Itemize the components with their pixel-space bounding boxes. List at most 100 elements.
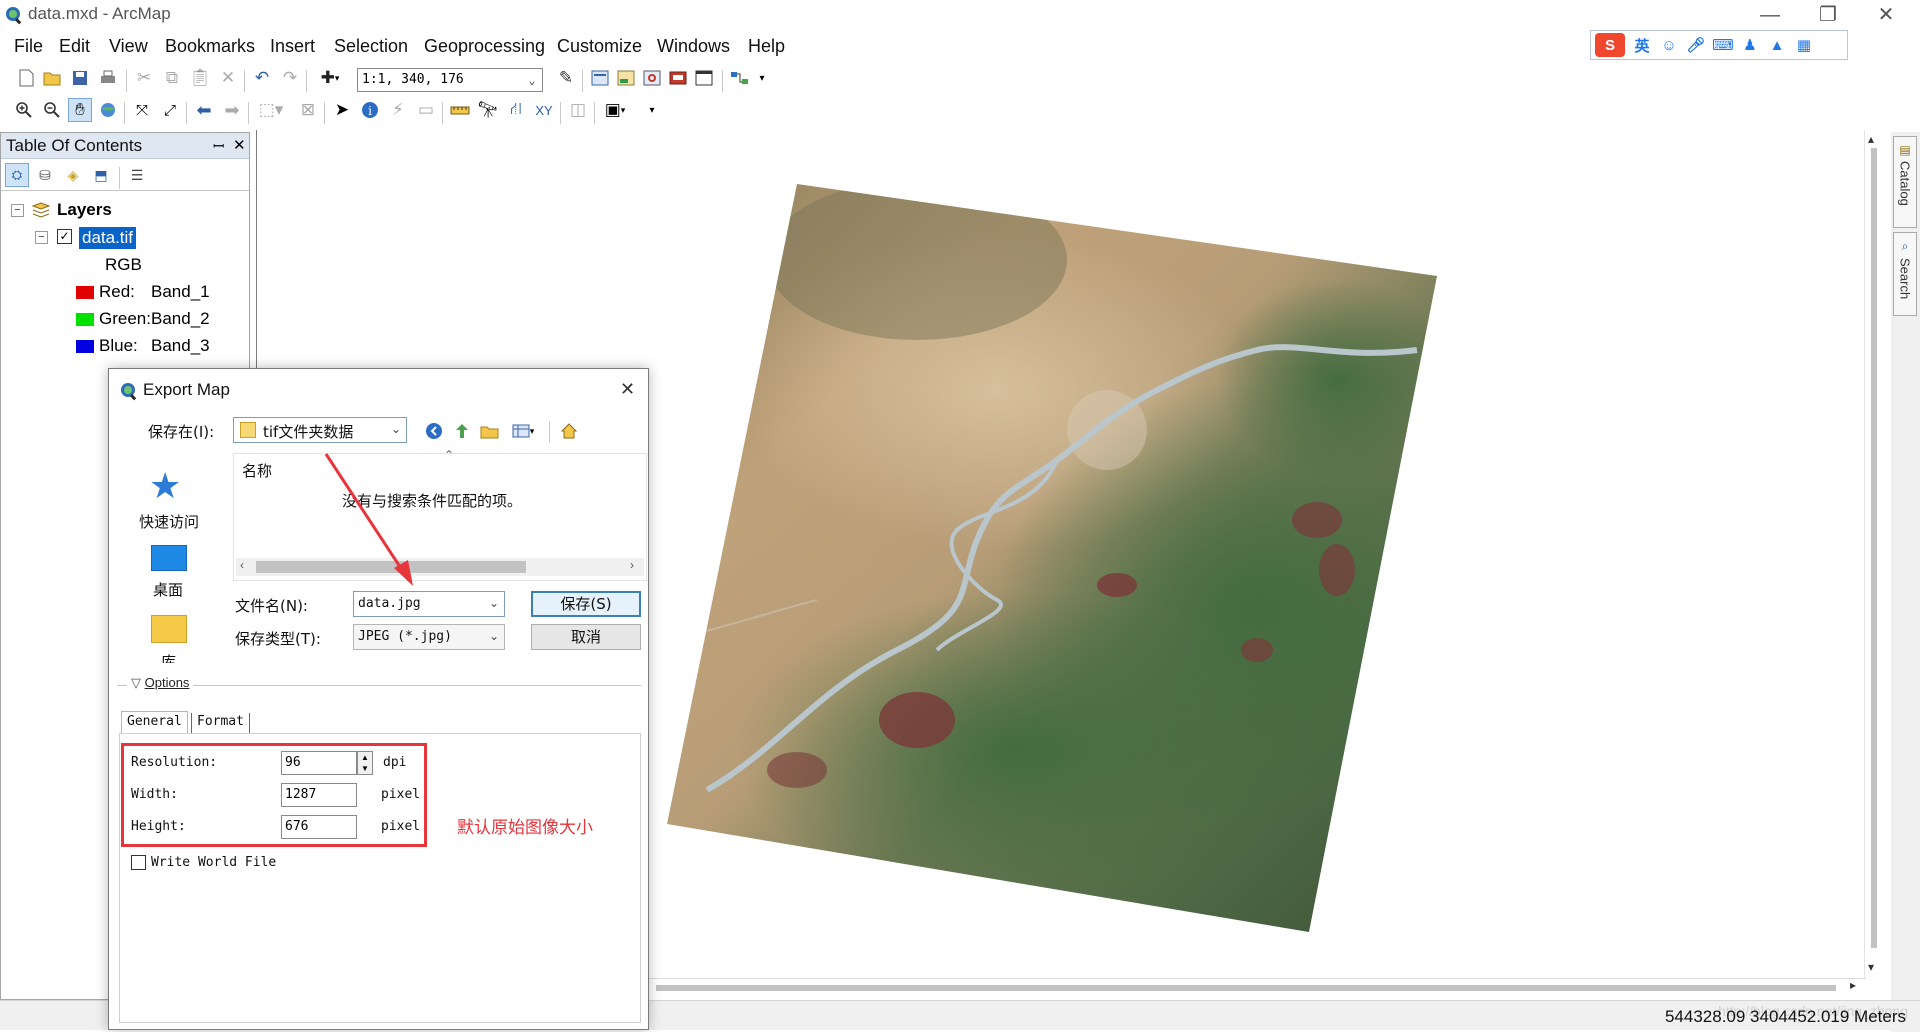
table-of-contents-window-icon[interactable] [588, 66, 612, 90]
tab-general[interactable]: General [121, 711, 188, 733]
editor-toolbar-icon[interactable]: ✎ [554, 66, 578, 90]
go-back-icon[interactable] [422, 419, 446, 443]
layer-visibility-checkbox[interactable]: ✓ [57, 229, 72, 244]
new-folder-icon[interactable] [478, 419, 502, 443]
dialog-close-button[interactable]: ✕ [620, 379, 635, 400]
chevron-down-icon[interactable]: ⌄ [486, 629, 502, 645]
save-in-combo[interactable]: tif文件夹数据 ⌄ [233, 417, 407, 443]
list-horizontal-scrollbar[interactable]: ‹ › [236, 558, 644, 576]
add-data-icon[interactable]: ✚ ▾ [312, 66, 348, 90]
list-by-visibility-icon[interactable]: ◈ [61, 163, 85, 187]
modelbuilder-icon[interactable] [728, 66, 752, 90]
tab-format[interactable]: Format [191, 713, 250, 733]
create-viewer-window-icon[interactable]: ▣ ▾ [600, 98, 630, 122]
list-column-name[interactable]: 名称 [242, 460, 272, 481]
full-extent-icon[interactable] [96, 98, 120, 122]
width-input[interactable]: 1287 [281, 783, 357, 807]
place-quick-access[interactable]: 快速访问 [139, 511, 199, 532]
toc-close-button[interactable]: ✕ [233, 136, 246, 154]
chevron-down-icon[interactable]: ⌄ [486, 596, 502, 612]
scroll-down-icon[interactable]: ▾ [1868, 960, 1874, 974]
user-icon[interactable]: ♟ [1740, 35, 1760, 55]
list-by-source-icon[interactable]: ⛁ [33, 163, 57, 187]
cut-icon[interactable]: ✂ [132, 66, 156, 90]
map-scale-combo[interactable]: 1:1, 340, 176 ⌄ [357, 68, 543, 92]
write-world-file-label[interactable]: Write World File [151, 855, 276, 870]
scroll-right-icon[interactable]: ▸ [1850, 978, 1856, 992]
up-folder-icon[interactable] [450, 419, 474, 443]
chevron-down-icon[interactable]: ⌄ [522, 69, 542, 91]
place-desktop[interactable]: 桌面 [153, 579, 183, 600]
menu-geoprocessing[interactable]: Geoprocessing [424, 36, 545, 57]
resolution-input[interactable]: 96 [281, 751, 357, 775]
zoom-out-icon[interactable] [40, 98, 64, 122]
write-world-file-checkbox[interactable] [131, 855, 146, 870]
layer-name[interactable]: data.tif [79, 227, 137, 249]
view-menu-icon[interactable]: ▾ [506, 419, 540, 443]
save-button[interactable]: 保存(S) [531, 591, 641, 617]
chevron-down-icon[interactable]: ⌄ [388, 422, 404, 438]
toolbar-options-icon[interactable]: ▾ [756, 66, 768, 90]
menu-selection[interactable]: Selection [334, 36, 408, 57]
minimize-button[interactable]: — [1750, 2, 1790, 28]
close-window-button[interactable]: ✕ [1866, 2, 1906, 28]
restore-button[interactable]: ❐ [1808, 2, 1848, 28]
quick-access-star-icon[interactable]: ★ [149, 465, 181, 507]
search-window-icon[interactable] [640, 66, 664, 90]
select-elements-icon[interactable]: ➤ [330, 98, 354, 122]
undo-icon[interactable]: ↶ [250, 66, 274, 90]
open-folder-icon[interactable] [40, 66, 64, 90]
catalog-window-icon[interactable] [614, 66, 638, 90]
time-slider-icon[interactable]: ◫ [566, 98, 590, 122]
arctoolbox-icon[interactable] [666, 66, 690, 90]
menu-insert[interactable]: Insert [270, 36, 315, 57]
forward-extent-icon[interactable]: ➡ [220, 98, 244, 122]
layers-label[interactable]: Layers [57, 200, 112, 220]
place-library[interactable]: 库 [161, 651, 176, 663]
vertical-scroll-thumb[interactable] [1871, 148, 1877, 948]
copy-icon[interactable]: ⧉ [160, 66, 184, 90]
microphone-icon[interactable]: 🎤︎ [1686, 35, 1706, 55]
map-vertical-scrollbar[interactable]: ▴ ▾ [1864, 130, 1882, 980]
delete-icon[interactable]: ✕ [216, 66, 240, 90]
ime-mode-toggle[interactable]: 英 [1632, 35, 1652, 55]
file-list[interactable]: 名称 ⌃ 没有与搜索条件匹配的项。 ‹ › [233, 448, 647, 581]
scroll-up-icon[interactable]: ▴ [1868, 132, 1874, 146]
resolution-spinner[interactable]: ▲ ▼ [357, 751, 373, 775]
toc-options-icon[interactable]: ☰ [125, 163, 149, 187]
menu-edit[interactable]: Edit [59, 36, 90, 57]
print-icon[interactable] [96, 66, 120, 90]
menu-file[interactable]: File [14, 36, 43, 57]
zoom-in-icon[interactable] [12, 98, 36, 122]
hyperlink-icon[interactable]: ⚡︎ [386, 98, 410, 122]
select-features-icon[interactable]: ⬚▾ [254, 98, 288, 122]
options-toggle[interactable]: ▽ Options [127, 675, 194, 691]
clear-selection-icon[interactable]: ⊠ [296, 98, 320, 122]
toolbar-options-icon-2[interactable]: ▾ [646, 98, 658, 122]
paste-icon[interactable]: 📋︎ [188, 66, 212, 90]
menu-view[interactable]: View [109, 36, 148, 57]
emoji-icon[interactable]: ☺ [1659, 35, 1679, 55]
layer-collapse-icon[interactable]: − [35, 231, 48, 244]
measure-icon[interactable] [448, 98, 472, 122]
pan-icon[interactable]: ✋︎ [68, 98, 92, 122]
back-extent-icon[interactable]: ⬅ [192, 98, 216, 122]
sogou-logo-icon[interactable]: S [1595, 33, 1625, 57]
skin-icon[interactable]: ▲ [1767, 35, 1787, 55]
find-icon[interactable]: 🔭︎ [476, 98, 500, 122]
keyboard-icon[interactable]: ⌨ [1712, 35, 1734, 55]
home-folder-icon[interactable] [557, 419, 581, 443]
cancel-button[interactable]: 取消 [531, 624, 641, 650]
menu-customize[interactable]: Customize [557, 36, 642, 57]
list-scroll-thumb[interactable] [256, 561, 526, 573]
menu-help[interactable]: Help [748, 36, 785, 57]
list-by-selection-icon[interactable]: ⬒ [89, 163, 113, 187]
save-icon[interactable] [68, 66, 92, 90]
fixed-zoom-out-icon[interactable]: ⤢ [158, 98, 182, 122]
fixed-zoom-in-icon[interactable]: ⤧ [130, 98, 154, 122]
catalog-dock-tab[interactable]: ▤ Catalog [1893, 136, 1917, 228]
scroll-left-icon[interactable]: ‹ [240, 558, 244, 572]
python-window-icon[interactable] [692, 66, 716, 90]
identify-icon[interactable]: i [358, 98, 382, 122]
go-to-xy-icon[interactable]: XY [532, 98, 556, 122]
